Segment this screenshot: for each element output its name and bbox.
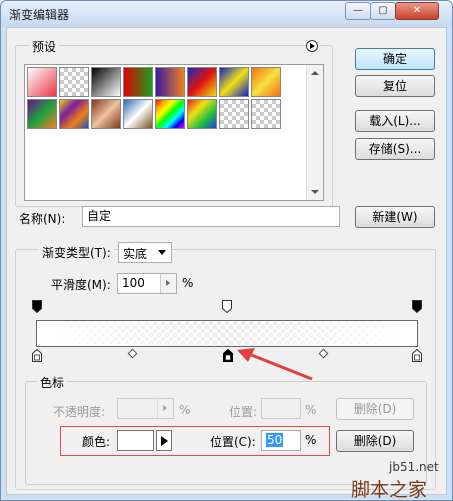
preset-swatch-neutral-density[interactable] [251,99,281,129]
color-menu-button[interactable] [156,430,172,451]
dialog-body: 预设 确定 复位 载入(L)... 存储(S)... 名称(N): 自定 新建(… [6,27,447,495]
preset-swatch-fg-to-transparent[interactable] [59,67,89,97]
close-icon: ✕ [412,5,422,16]
gradient-preview-bar[interactable] [36,320,418,347]
opacity-stop-right[interactable] [412,300,422,313]
minimize-button[interactable]: — [345,2,371,20]
gradient-type-select[interactable]: 实底 [118,242,172,263]
window-title: 渐变编辑器 [9,8,70,22]
opacity-stop-left[interactable] [32,300,42,313]
smoothness-input[interactable]: 100 [117,273,177,294]
color-location-label: 位置(C): [210,435,256,449]
opacity-stop-midpoint[interactable] [222,300,232,313]
preset-swatch-transparent-rainbow[interactable] [187,99,217,129]
delete-opacity-stop-button: 删除(D) [336,398,414,420]
minimize-icon: — [353,5,363,16]
presets-list[interactable] [24,64,324,201]
chevron-right-icon [166,280,170,286]
color-stop-selected[interactable] [223,349,233,362]
smoothness-value: 100 [122,276,145,290]
maximize-icon: ▢ [378,5,388,16]
preset-swatch-violet-green-orange[interactable] [27,99,57,129]
color-label: 颜色: [82,435,111,449]
preset-swatch-yellow-violet-orange-blue[interactable] [59,99,89,129]
preset-swatch-transparent-stripes[interactable] [219,99,249,129]
delete-color-stop-button[interactable]: 删除(D) [336,430,414,452]
reset-button[interactable]: 复位 [355,75,435,97]
preset-swatch-fg-to-bg[interactable] [27,67,57,97]
stops-label: 色标 [37,374,68,391]
opacity-location-label: 位置: [229,405,258,419]
name-input[interactable]: 自定 [82,206,340,227]
presets-label: 预设 [29,38,60,55]
gradient-editor-window: 渐变编辑器 — ▢ ✕ 预设 确定 复位 载入(L)... 存储(S)... 名… [0,0,453,501]
save-button[interactable]: 存储(S)... [355,138,435,160]
close-button[interactable]: ✕ [395,2,439,20]
color-stop-right[interactable] [412,349,422,362]
gradient-type-label: 渐变类型(T): [39,244,114,261]
name-label: 名称(N): [19,212,66,226]
preset-swatch-blue-yellow-blue[interactable] [219,67,249,97]
triangle-right-icon [161,436,168,446]
color-location-input[interactable]: 50 [261,430,301,451]
color-location-unit: % [305,433,317,447]
ok-button[interactable]: 确定 [355,48,435,70]
color-swatch[interactable] [117,430,154,451]
scroll-up-icon[interactable] [311,71,319,75]
preset-swatch-spectrum[interactable] [155,99,185,129]
opacity-spin-button [157,399,173,418]
opacity-input [117,398,174,419]
preset-swatch-black-white[interactable] [91,67,121,97]
smoothness-spin-button[interactable] [160,274,176,293]
opacity-unit: % [179,403,191,417]
smoothness-label: 平滑度(M): [51,278,111,292]
gradient-type-value: 实底 [123,247,148,261]
watermark-site: jb51.net [389,460,439,474]
opacity-label: 不透明度: [53,405,106,419]
preset-swatch-chrome[interactable] [123,99,153,129]
opacity-location-input [261,398,301,419]
preset-swatch-red-green[interactable] [123,67,153,97]
annotation-arrow [237,348,313,381]
opacity-location-unit: % [305,403,317,417]
circle-arrow-right-icon [310,43,315,49]
chevron-down-icon [158,250,166,255]
presets-menu-button[interactable] [306,40,318,52]
presets-scrollbar[interactable] [306,65,323,200]
load-button[interactable]: 载入(L)... [355,110,435,132]
smoothness-unit: % [182,276,194,290]
watermark-brand: 脚本之家 [351,479,428,501]
preset-swatch-orange-yellow-orange[interactable] [251,67,281,97]
new-button[interactable]: 新建(W) [355,206,435,228]
chevron-right-icon [163,405,167,411]
color-stop-left[interactable] [32,349,42,362]
preset-swatch-copper[interactable] [91,99,121,129]
title-bar[interactable]: 渐变编辑器 — ▢ ✕ [1,1,452,27]
maximize-button[interactable]: ▢ [370,2,396,20]
color-location-value: 50 [266,433,284,447]
preset-swatch-violet-orange[interactable] [155,67,185,97]
preset-swatch-blue-red-yellow[interactable] [187,67,217,97]
scroll-down-icon[interactable] [311,190,319,194]
